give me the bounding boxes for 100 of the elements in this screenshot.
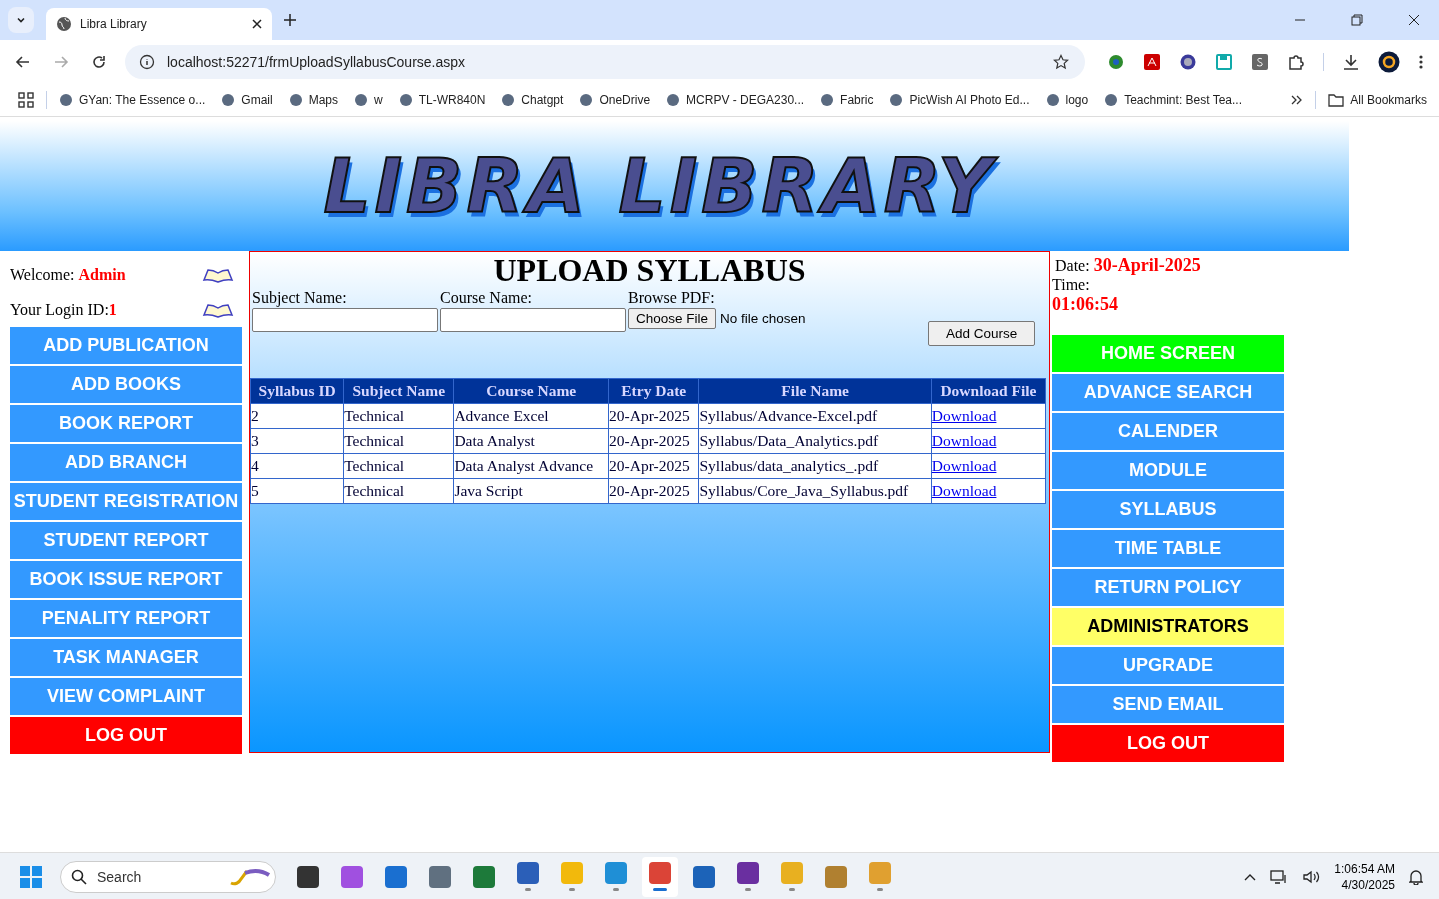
table-cell: 4 xyxy=(250,453,344,479)
add-course-button[interactable]: Add Course xyxy=(928,321,1036,346)
date-text: Date: 30-April-2025 xyxy=(1054,254,1202,276)
site-icon xyxy=(579,93,594,107)
more-bookmarks-icon[interactable] xyxy=(1291,94,1304,106)
table-cell: 5 xyxy=(250,478,344,504)
site-icon xyxy=(221,93,236,107)
table-cell: Java Script xyxy=(453,478,609,504)
info-icon xyxy=(139,54,155,70)
table-cell: Syllabus/Data_Analytics.pdf xyxy=(698,428,932,454)
table-cell: 3 xyxy=(250,428,344,454)
taskbar-app-icon[interactable] xyxy=(642,856,678,897)
field-label: Course Name: xyxy=(440,288,533,308)
time-value: 01:06:54 xyxy=(1052,294,1119,315)
login-id-text: Your Login ID:1 xyxy=(10,300,117,319)
page-heading: UPLOAD SYLLABUS xyxy=(492,252,807,288)
choose-file-button[interactable]: Choose File xyxy=(628,308,717,329)
extension-icon[interactable] xyxy=(1251,53,1269,71)
table-cell: 20-Apr-2025 xyxy=(608,453,699,479)
time-label: Time: xyxy=(1052,276,1091,294)
bookmark-link[interactable]: w xyxy=(354,93,383,107)
table-cell: 20-Apr-2025 xyxy=(608,403,699,429)
table-cell: Syllabus/Advance-Excel.pdf xyxy=(698,403,932,429)
column-header: Subject Name xyxy=(343,378,454,404)
site-icon xyxy=(889,93,904,107)
site-icon xyxy=(820,93,835,107)
taskbar-clock[interactable]: 1:06:54 AM 4/30/2025 xyxy=(1334,860,1395,893)
back-icon[interactable] xyxy=(15,54,31,70)
folder-icon xyxy=(1328,93,1345,107)
subject-name-field[interactable] xyxy=(252,308,438,332)
avatar-icon[interactable] xyxy=(1378,51,1400,73)
network-icon[interactable] xyxy=(1270,868,1289,885)
apps-grid-icon[interactable] xyxy=(18,92,34,108)
table-cell: Technical xyxy=(343,403,454,429)
table-cell: Syllabus/data_analytics_.pdf xyxy=(698,453,932,479)
file-status: No file chosen xyxy=(720,311,806,326)
library-logo: LIBRA LIBRARY xyxy=(323,143,996,229)
welcome-text: Welcome: Admin xyxy=(10,265,126,284)
table-cell: Data Analyst Advance xyxy=(453,453,609,479)
taskbar-search-field[interactable]: Search xyxy=(60,860,276,893)
tab-title: Libra Library xyxy=(80,17,148,31)
bookmark-link[interactable]: TL-WR840N xyxy=(398,93,486,107)
address-field[interactable]: localhost:52271/frmUploadSyllabusCourse.aspx xyxy=(125,45,1085,79)
site-icon xyxy=(59,93,73,107)
bookmark-link[interactable]: logo xyxy=(1045,93,1089,107)
bell-icon[interactable] xyxy=(1409,868,1423,885)
puzzle-icon[interactable] xyxy=(1287,53,1305,71)
site-icon xyxy=(288,93,303,107)
new-tab-icon[interactable] xyxy=(284,14,296,26)
field-label: Subject Name: xyxy=(252,288,348,308)
all-bookmarks-button[interactable]: All Bookmarks xyxy=(1328,93,1427,107)
site-icon xyxy=(666,93,681,107)
extension-icon[interactable] xyxy=(1179,53,1197,71)
table-cell: Technical xyxy=(343,478,454,504)
column-header: Download File xyxy=(931,378,1046,404)
open-book-icon xyxy=(202,301,234,318)
table-cell: 2 xyxy=(250,403,344,429)
site-icon xyxy=(354,93,368,107)
browser-tab[interactable]: Libra Library xyxy=(46,8,272,40)
close-icon[interactable] xyxy=(1408,14,1420,26)
download-icon[interactable] xyxy=(1342,53,1360,71)
search-icon xyxy=(71,868,87,885)
site-icon xyxy=(1045,93,1060,107)
site-icon xyxy=(1104,93,1119,107)
menu-button[interactable]: ADMINISTRATORS xyxy=(1052,608,1284,645)
course-name-field[interactable] xyxy=(440,308,626,332)
bookmark-link[interactable]: Chatgpt xyxy=(501,93,564,107)
menu-icon[interactable] xyxy=(1418,54,1424,70)
column-header: Course Name xyxy=(453,378,609,404)
extension-icon[interactable] xyxy=(1107,53,1125,71)
restore-icon[interactable] xyxy=(1351,14,1363,26)
column-header: Syllabus ID xyxy=(250,378,344,404)
reload-icon[interactable] xyxy=(91,54,107,70)
bookmark-link[interactable]: PicWish AI Photo Ed... xyxy=(889,93,1030,107)
table-cell: 20-Apr-2025 xyxy=(608,478,699,504)
bookmark-link[interactable]: OneDrive xyxy=(579,93,651,107)
bookmark-link[interactable]: Gmail xyxy=(221,93,273,107)
bookmark-link[interactable]: Teachmint: Best Tea... xyxy=(1104,93,1243,107)
bookmark-link[interactable]: Maps xyxy=(288,93,338,107)
bookmark-link[interactable]: MCRPV - DEGA230... xyxy=(666,93,805,107)
column-header: File Name xyxy=(698,378,932,404)
windows-start-icon[interactable] xyxy=(20,865,42,888)
speaker-icon[interactable] xyxy=(1302,868,1321,885)
close-icon[interactable] xyxy=(252,19,262,29)
table-cell: Technical xyxy=(343,428,454,454)
field-label: Browse PDF: xyxy=(628,288,716,308)
pdf-icon[interactable] xyxy=(1143,53,1161,71)
table-cell: Data Analyst xyxy=(453,428,609,454)
column-header: Etry Date xyxy=(608,378,699,404)
caret-icon xyxy=(16,15,26,25)
table-cell: 20-Apr-2025 xyxy=(608,428,699,454)
table-cell: Advance Excel xyxy=(453,403,609,429)
table-cell: Technical xyxy=(343,453,454,479)
bookmark-link[interactable]: Fabric xyxy=(820,93,874,107)
star-icon[interactable] xyxy=(1053,54,1069,70)
menu-button[interactable]: LOG OUT xyxy=(1052,725,1284,762)
table-cell: Syllabus/Core_Java_Syllabus.pdf xyxy=(698,478,932,504)
menu-button[interactable]: LOG OUT xyxy=(10,717,242,754)
bookmark-link[interactable]: GYan: The Essence o... xyxy=(59,93,206,107)
site-icon xyxy=(398,93,413,107)
